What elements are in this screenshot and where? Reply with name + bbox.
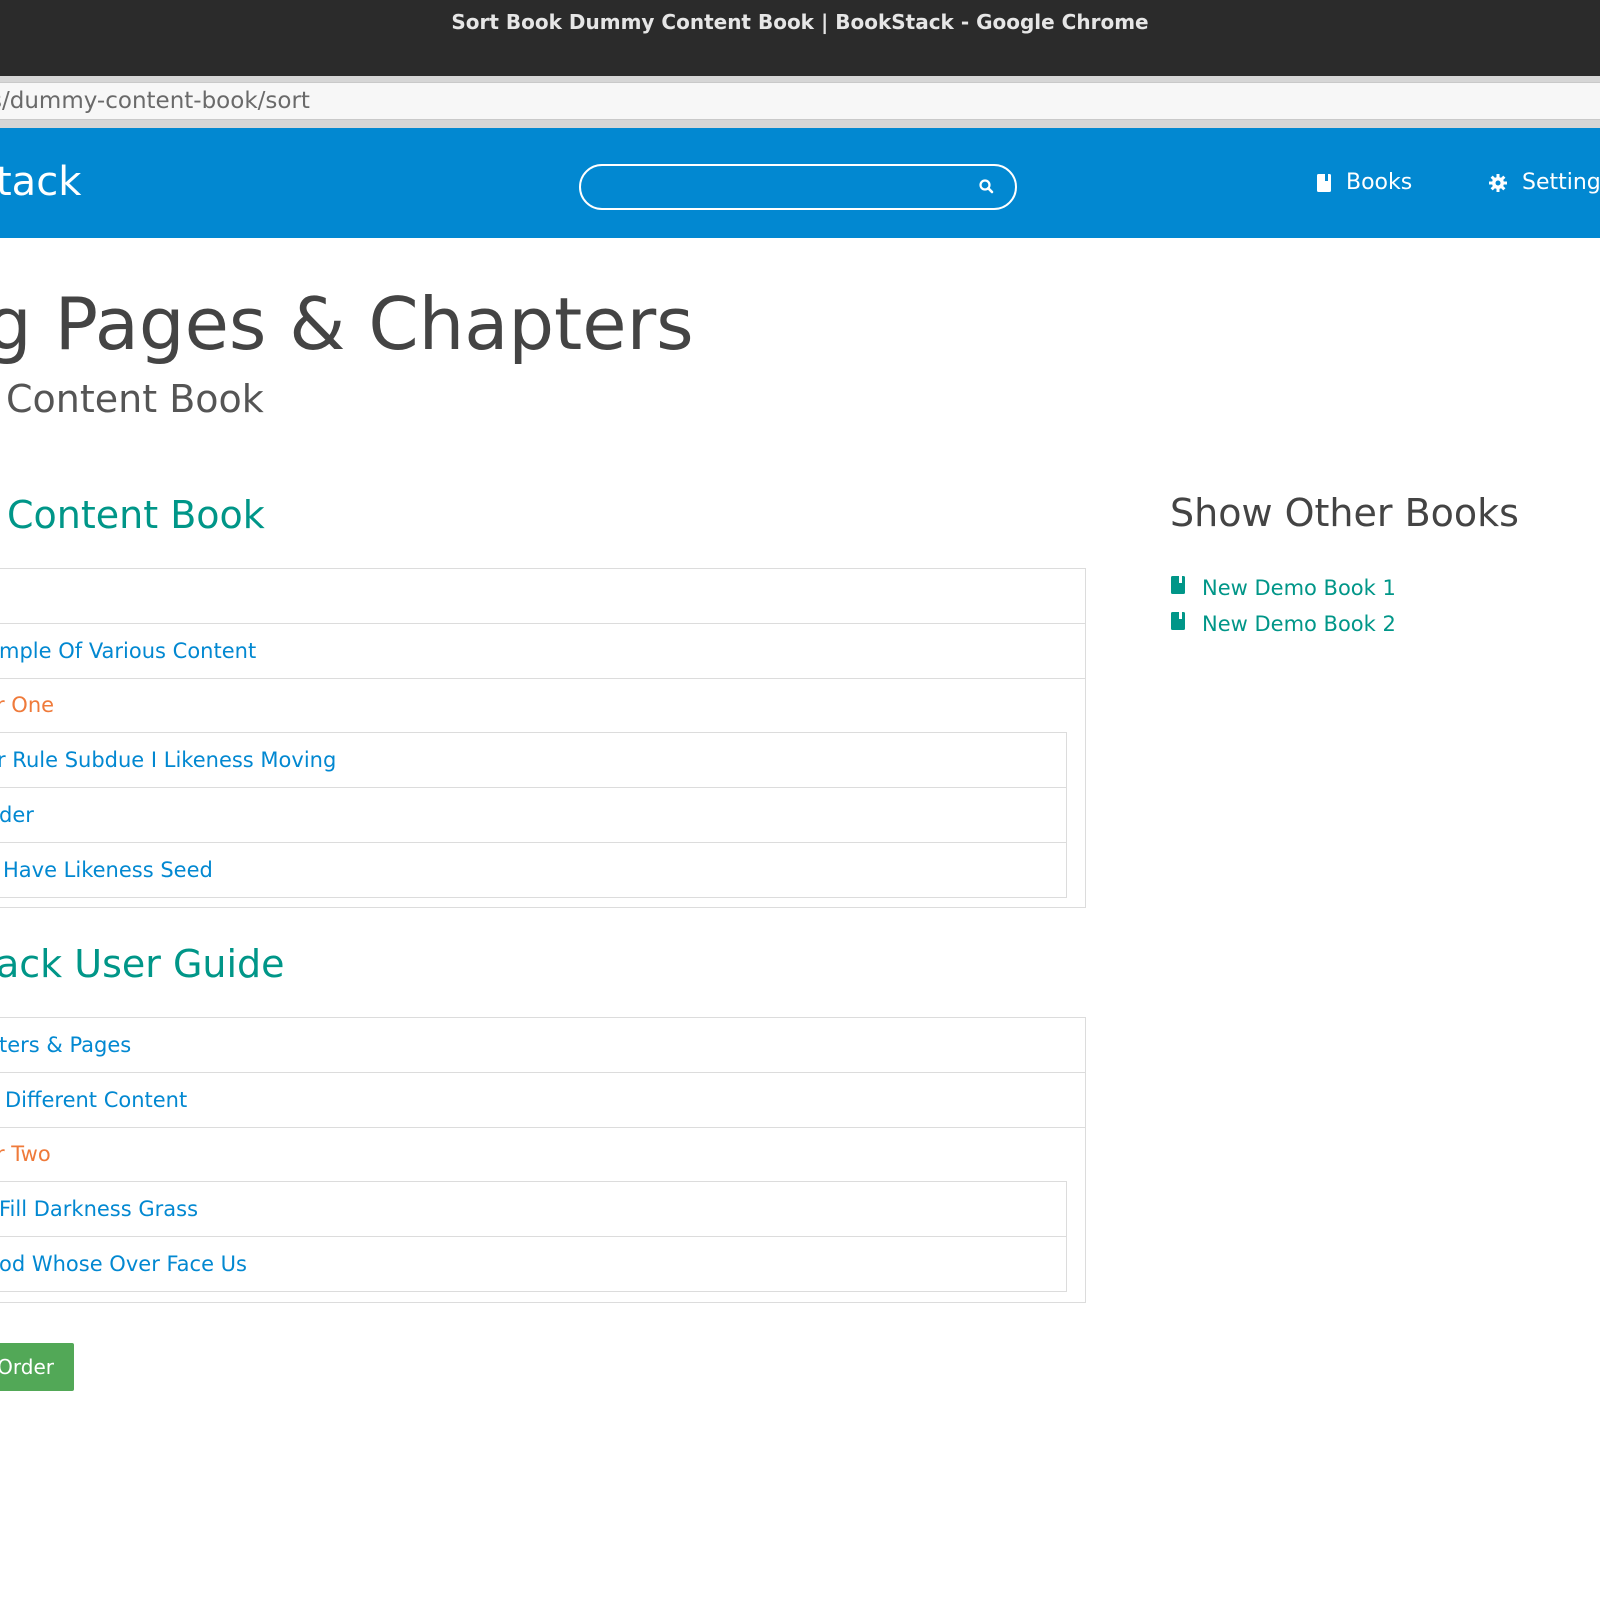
other-books-heading[interactable]: Show Other Books [1170,494,1519,532]
sort-item-label: mple Of Various Content [0,639,257,663]
sort-item-page[interactable] [0,568,1086,624]
book-icon [1316,173,1332,193]
book-title[interactable]: ack User Guide [0,945,285,983]
search-box[interactable] [579,164,1017,210]
url-field[interactable]: s/dummy-content-book/sort [0,82,1600,120]
sort-chapter-header[interactable]: r One [0,678,1086,734]
sort-item-label: Different Content [5,1088,188,1112]
sort-item-page[interactable]: ters & Pages [0,1017,1086,1073]
sort-item-label: der [0,803,34,827]
nav-settings-link[interactable]: Settings [1488,170,1600,195]
address-bar-area: s/dummy-content-book/sort [0,76,1600,128]
sort-item-page[interactable]: mple Of Various Content [0,623,1086,679]
window-title: Sort Book Dummy Content Book | BookStack… [451,10,1149,34]
sort-item-label: od Whose Over Face Us [0,1252,247,1276]
gear-icon [1488,173,1508,193]
page-title: g Pages & Chapters [0,282,694,366]
sort-item-label: Have Likeness Seed [3,858,213,882]
sort-chapter-page[interactable]: r Rule Subdue I Likeness Moving [0,732,1067,788]
sort-chapter-page[interactable]: Fill Darkness Grass [0,1181,1067,1237]
nav-settings-label: Settings [1522,170,1600,195]
app-logo[interactable]: tack [0,162,81,202]
sort-item-label: r Rule Subdue I Likeness Moving [0,748,337,772]
sort-item-label: ters & Pages [0,1033,132,1057]
sort-chapter-page[interactable]: Have Likeness Seed [0,842,1067,898]
other-book-link[interactable]: New Demo Book 1 [1170,575,1396,600]
book-icon [1170,575,1186,600]
other-book-label: New Demo Book 2 [1202,611,1396,636]
other-book-link[interactable]: New Demo Book 2 [1170,611,1396,636]
sort-item-label: r Two [0,1142,51,1166]
page-subtitle: Content Book [6,377,264,421]
window-titlebar: Sort Book Dummy Content Book | BookStack… [0,0,1600,76]
sort-item-page[interactable]: Different Content [0,1072,1086,1128]
sort-chapter-page[interactable]: od Whose Over Face Us [0,1236,1067,1292]
book-icon [1170,611,1186,636]
save-order-button[interactable]: Order [0,1343,74,1391]
search-icon[interactable] [977,177,997,197]
nav-books-label: Books [1346,170,1413,195]
sort-item-label: r One [0,693,55,717]
search-input[interactable] [599,172,963,204]
nav-books-link[interactable]: Books [1316,170,1412,195]
sort-chapter-page[interactable]: der [0,787,1067,843]
other-book-label: New Demo Book 1 [1202,575,1396,600]
sort-chapter-header[interactable]: r Two [0,1127,1086,1183]
sort-item-label: Fill Darkness Grass [0,1197,199,1221]
book-title[interactable]: Content Book [7,496,265,534]
